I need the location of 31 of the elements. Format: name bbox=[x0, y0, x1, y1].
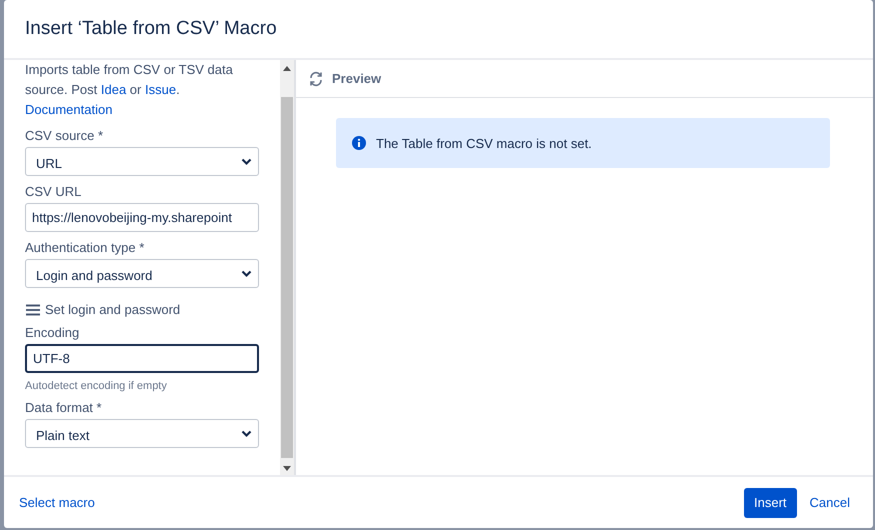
info-text: The Table from CSV macro is not set. bbox=[376, 136, 592, 150]
scroll-up-icon[interactable] bbox=[283, 66, 291, 71]
cancel-link[interactable]: Cancel bbox=[810, 495, 850, 510]
insert-button[interactable]: Insert bbox=[744, 488, 797, 518]
field-label: Authentication type * bbox=[25, 240, 146, 255]
menu-icon bbox=[25, 304, 41, 316]
refresh-icon[interactable] bbox=[308, 70, 324, 86]
select-field[interactable]: URL bbox=[25, 147, 259, 176]
chevron-down-icon bbox=[241, 158, 252, 166]
intro-text: Imports table from CSV or TSV data source. Post Idea or Issue. Documentation bbox=[25, 61, 234, 119]
issue-link[interactable]: Issue bbox=[144, 82, 176, 97]
preview-title: Preview bbox=[332, 71, 382, 86]
documentation-link[interactable]: Documentation bbox=[25, 102, 112, 117]
chevron-down-icon bbox=[241, 430, 252, 438]
select-macro-link[interactable]: Select macro bbox=[19, 495, 95, 510]
info-icon bbox=[352, 136, 366, 150]
select-field[interactable]: Plain text bbox=[25, 419, 259, 448]
idea-link[interactable]: Idea bbox=[100, 82, 126, 97]
field-label: CSV source * bbox=[25, 128, 104, 143]
field-label: Data format * bbox=[25, 400, 103, 415]
scrollbar[interactable] bbox=[280, 60, 294, 475]
select-field[interactable]: Login and password bbox=[25, 259, 259, 288]
field-label: CSV URL bbox=[25, 184, 82, 199]
field-hint: Autodetect encoding if empty bbox=[25, 380, 168, 392]
scroll-down-icon[interactable] bbox=[283, 466, 291, 471]
dialog-title: Insert ‘Table from CSV’ Macro bbox=[25, 18, 277, 40]
chevron-down-icon bbox=[241, 270, 252, 278]
text-field[interactable]: https://lenovobeijing-my.sharepoint bbox=[25, 203, 259, 232]
field-label: Encoding bbox=[25, 325, 80, 340]
set-login-link[interactable]: Set login and password bbox=[25, 302, 259, 317]
text-field[interactable]: UTF-8 bbox=[25, 344, 259, 373]
